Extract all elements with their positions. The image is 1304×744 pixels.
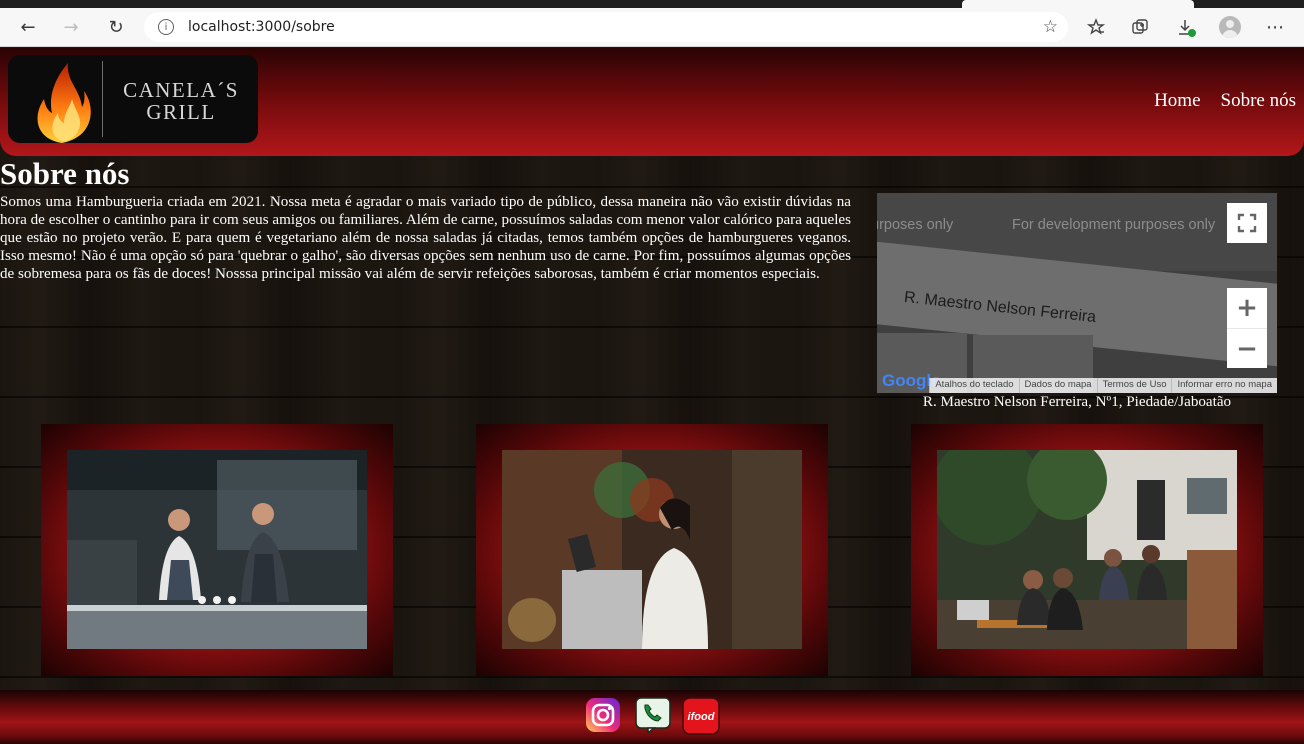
nav-link-home[interactable]: Home — [1154, 90, 1200, 112]
instagram-icon[interactable] — [585, 697, 621, 733]
map-fullscreen-icon[interactable] — [1227, 203, 1267, 243]
brand-logo[interactable]: CANELA´S GRILL — [8, 55, 258, 143]
forward-icon[interactable]: → — [55, 12, 87, 42]
add-favorite-icon[interactable]: ☆ — [1043, 17, 1058, 37]
reload-icon[interactable]: ↻ — [100, 12, 132, 42]
gallery-frame — [41, 424, 393, 676]
whatsapp-icon[interactable] — [635, 697, 671, 735]
downloads-icon[interactable] — [1169, 12, 1201, 42]
map-link-shortcuts[interactable]: Atalhos do teclado — [929, 378, 1018, 393]
map-link-terms[interactable]: Termos de Uso — [1096, 378, 1172, 393]
site-footer: ifood — [0, 690, 1304, 744]
nav-link-sobre-nos[interactable]: Sobre nós — [1221, 90, 1296, 112]
page-title: Sobre nós — [0, 156, 130, 191]
favorites-icon[interactable] — [1080, 12, 1112, 42]
map-watermark: For development purposes only — [1012, 217, 1216, 233]
profile-avatar-icon[interactable] — [1219, 16, 1241, 38]
map-watermark: urposes only — [877, 217, 954, 233]
tab-strip — [0, 0, 1304, 8]
url-text[interactable]: localhost:3000/sobre — [188, 19, 335, 35]
site-info-icon[interactable]: i — [158, 19, 174, 35]
download-complete-badge — [1188, 29, 1196, 37]
collections-icon[interactable] — [1124, 12, 1156, 42]
ifood-icon[interactable]: ifood — [682, 697, 720, 735]
logo-divider — [102, 61, 103, 137]
photo-gallery — [0, 424, 1304, 676]
page-body: CANELA´S GRILL Home Sobre nós Sobre nós … — [0, 48, 1304, 744]
site-header: CANELA´S GRILL Home Sobre nós — [0, 48, 1304, 156]
address-bar[interactable]: i localhost:3000/sobre ☆ — [144, 12, 1068, 42]
main-nav: Home Sobre nós — [1154, 90, 1296, 112]
map-footer-links: Atalhos do teclado Dados do mapa Termos … — [929, 378, 1277, 393]
flame-icon — [37, 63, 91, 143]
map-link-data[interactable]: Dados do mapa — [1018, 378, 1097, 393]
map-link-report[interactable]: Informar erro no mapa — [1171, 378, 1277, 393]
back-icon[interactable]: ← — [12, 12, 44, 42]
about-paragraph: Somos uma Hamburgueria criada em 2021. N… — [0, 194, 851, 282]
gallery-frame — [911, 424, 1263, 676]
kitchen-chefs-photo — [67, 450, 367, 649]
browser-toolbar: ← → ↻ i localhost:3000/sobre ☆ ⋯ — [0, 8, 1304, 47]
active-tab[interactable] — [962, 0, 1194, 8]
map-zoom-out-icon[interactable]: − — [1227, 328, 1267, 368]
gallery-frame — [476, 424, 828, 676]
outdoor-cafe-photo — [937, 450, 1237, 649]
logo-text: CANELA´S GRILL — [108, 79, 254, 123]
cashier-photo — [502, 450, 802, 649]
map-address: R. Maestro Nelson Ferreira, Nº1, Piedade… — [922, 394, 1232, 410]
settings-menu-icon[interactable]: ⋯ — [1259, 12, 1291, 42]
google-map[interactable]: urposes only For development purposes on… — [877, 193, 1277, 393]
ifood-label: ifood — [688, 711, 715, 723]
logo-line-2: GRILL — [146, 100, 216, 124]
logo-line-1: CANELA´S — [123, 78, 239, 102]
map-zoom-in-icon[interactable]: + — [1227, 288, 1267, 328]
